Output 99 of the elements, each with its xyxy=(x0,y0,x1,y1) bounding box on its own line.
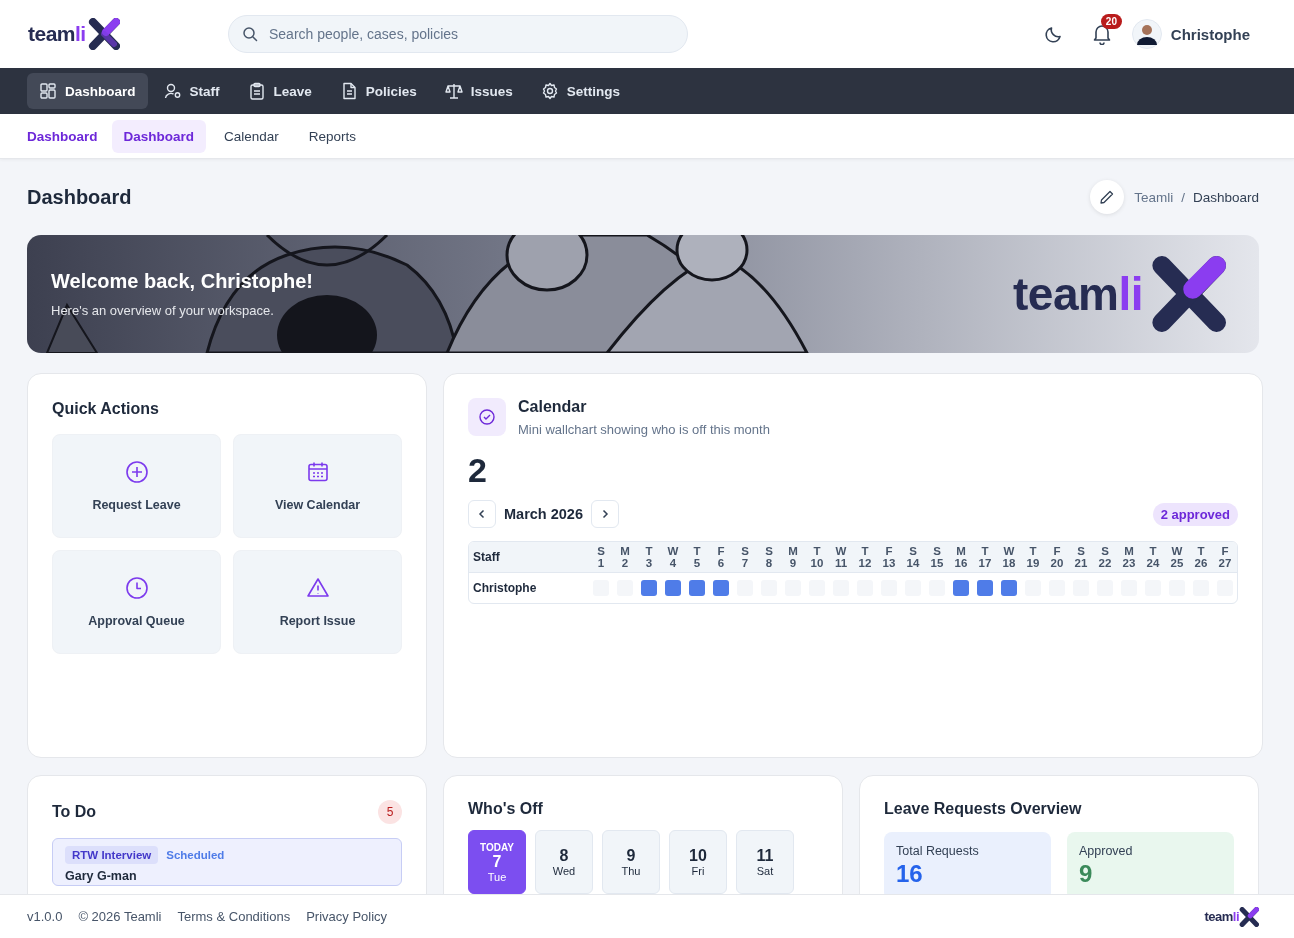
next-month-button[interactable] xyxy=(591,500,619,528)
day-header: T 10 xyxy=(809,544,825,570)
footer-link[interactable]: Terms & Conditions xyxy=(177,909,291,924)
logo-text: teamli xyxy=(1013,267,1143,321)
footer-link[interactable]: Privacy Policy xyxy=(306,909,388,924)
day-header: W 25 xyxy=(1169,544,1185,570)
day-header: W 18 xyxy=(1001,544,1017,570)
quick-action-button[interactable]: Request Leave xyxy=(52,434,221,538)
day-header: T 24 xyxy=(1145,544,1161,570)
pencil-icon xyxy=(1099,189,1116,205)
quick-action-button[interactable]: View Calendar xyxy=(233,434,402,538)
day-header: F 6 xyxy=(716,544,726,570)
calendar-icon xyxy=(305,460,330,484)
logo-text: teamli xyxy=(1204,909,1239,924)
warning-icon xyxy=(305,576,330,600)
avatar[interactable] xyxy=(1131,19,1162,49)
stat-tile: Approved 9 xyxy=(1067,832,1234,894)
logo-text: teamli xyxy=(28,22,86,46)
version-label: v1.0.0 xyxy=(27,909,63,924)
day-header: S 7 xyxy=(740,544,750,570)
copyright-text: © 2026 Teamli xyxy=(78,909,162,924)
sub-tab[interactable]: Reports xyxy=(296,119,369,153)
todo-name: Gary G-man xyxy=(65,869,138,883)
logo-x-icon xyxy=(1239,906,1259,927)
card-subtitle: Mini wallchart showing who is off this month xyxy=(518,422,770,437)
day-header: W 11 xyxy=(833,544,849,570)
day-header: S 22 xyxy=(1097,544,1113,570)
nav-tab[interactable]: Policies xyxy=(327,73,429,109)
sub-tab[interactable]: Calendar xyxy=(212,119,291,153)
day-header: T 19 xyxy=(1025,544,1041,570)
day-header: F 13 xyxy=(881,544,897,570)
logo-x-icon xyxy=(87,18,120,50)
clipboard-icon xyxy=(247,82,266,100)
day-header: S 1 xyxy=(596,544,606,570)
breadcrumb-item[interactable]: Teamli xyxy=(1134,189,1174,205)
nav-tab[interactable]: Issues xyxy=(432,73,525,109)
quick-action-button[interactable]: Approval Queue xyxy=(52,550,221,654)
day-header: S 14 xyxy=(905,544,921,570)
plus-circle-icon xyxy=(124,460,149,484)
day-header: M 9 xyxy=(787,544,799,570)
day-tile[interactable]: 10 Fri xyxy=(669,830,727,894)
grid-icon xyxy=(39,82,57,100)
nav-tab[interactable]: Staff xyxy=(151,73,232,109)
bell-icon[interactable] xyxy=(1091,23,1112,45)
scale-icon xyxy=(444,82,463,100)
day-header: M 23 xyxy=(1121,544,1137,570)
welcome-title: Welcome back, Christophe! xyxy=(51,270,313,293)
day-header: T 5 xyxy=(692,544,702,570)
moon-icon[interactable] xyxy=(1043,24,1064,44)
section-title: Dashboard xyxy=(27,128,98,144)
card-title: Quick Actions xyxy=(52,400,160,418)
clock-icon xyxy=(124,576,149,600)
status-label: Scheduled xyxy=(166,849,225,861)
search-icon xyxy=(242,26,258,42)
card-title: Leave Requests Overview xyxy=(884,800,1083,818)
day-header: M 2 xyxy=(619,544,631,570)
previous-month-button[interactable] xyxy=(468,500,496,528)
sub-tab[interactable]: Dashboard xyxy=(111,119,207,153)
count-badge: 5 xyxy=(378,800,402,824)
day-header: W 4 xyxy=(666,544,680,570)
card-title: Who's Off xyxy=(468,800,544,818)
off-count: 2 xyxy=(468,451,488,490)
day-header: T 3 xyxy=(644,544,654,570)
day-tile[interactable]: TODAY 7 Tue xyxy=(468,830,526,894)
card-title: Calendar xyxy=(518,398,588,416)
day-header: F 27 xyxy=(1217,544,1233,570)
card-title: To Do xyxy=(52,803,97,821)
day-tile[interactable]: 9 Thu xyxy=(602,830,660,894)
stat-tile: Total Requests 16 xyxy=(884,832,1051,894)
todo-item[interactable]: RTW Interview Scheduled Gary G-man xyxy=(52,838,402,886)
quick-action-button[interactable]: Report Issue xyxy=(233,550,402,654)
gear-icon xyxy=(540,82,559,100)
page-title: Dashboard xyxy=(27,185,132,209)
user-name[interactable]: Christophe xyxy=(1170,25,1250,43)
day-header: T 12 xyxy=(857,544,873,570)
day-header: T 26 xyxy=(1193,544,1209,570)
day-header: T 17 xyxy=(977,544,993,570)
day-header: S 15 xyxy=(929,544,945,570)
nav-tab[interactable]: Leave xyxy=(235,73,324,109)
approved-badge: 2 approved xyxy=(1152,502,1238,526)
type-tag: RTW Interview xyxy=(65,846,159,864)
nav-tab[interactable]: Settings xyxy=(528,73,633,109)
day-header: S 8 xyxy=(764,544,774,570)
day-tile[interactable]: 11 Sat xyxy=(736,830,794,894)
month-label: March 2026 xyxy=(504,506,583,522)
user-gear-icon xyxy=(163,82,182,100)
notification-badge: 20 xyxy=(1100,14,1122,29)
welcome-subtitle: Here's an overview of your workspace. xyxy=(51,303,275,318)
breadcrumb-separator: / xyxy=(1181,189,1185,205)
day-tile[interactable]: 8 Wed xyxy=(535,830,593,894)
edit-button[interactable] xyxy=(1090,180,1125,214)
column-header: Staff xyxy=(472,550,501,564)
day-header: M 16 xyxy=(953,544,969,570)
day-header: S 21 xyxy=(1073,544,1089,570)
staff-name: Christophe xyxy=(472,581,538,595)
search-field[interactable]: Search people, cases, policies xyxy=(228,15,688,53)
day-header: F 20 xyxy=(1049,544,1065,570)
breadcrumb-item: Dashboard xyxy=(1192,189,1259,205)
nav-tab[interactable]: Dashboard xyxy=(27,73,148,109)
